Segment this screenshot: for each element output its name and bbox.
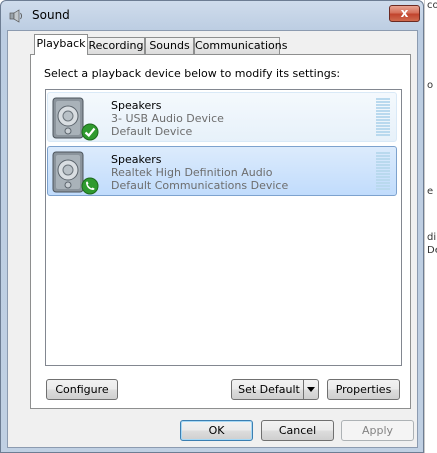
volume-meter: [376, 152, 390, 192]
tab-sounds[interactable]: Sounds: [145, 37, 194, 54]
speaker-icon: [9, 9, 22, 23]
cancel-button[interactable]: Cancel: [261, 420, 334, 441]
instructions-text: Select a playback device below to modify…: [44, 67, 341, 80]
apply-button[interactable]: Apply: [341, 420, 414, 441]
device-description: 3- USB Audio Device: [111, 112, 224, 125]
background-text-fragment: co: [427, 0, 437, 11]
background-text-fragment: e: [427, 186, 434, 197]
device-status: Default Communications Device: [111, 179, 289, 192]
green-checkmark-icon: [81, 123, 99, 141]
configure-button[interactable]: Configure: [46, 379, 118, 400]
ok-button[interactable]: OK: [180, 420, 253, 441]
set-default-button[interactable]: Set Default: [231, 379, 319, 400]
device-item-realtek-speakers[interactable]: Speakers Realtek High Definition Audio D…: [47, 146, 397, 196]
device-description: Realtek High Definition Audio: [111, 166, 273, 179]
chevron-down-icon[interactable]: [303, 380, 318, 399]
background-text-fragment: De: [427, 245, 437, 256]
volume-meter: [376, 98, 390, 138]
tab-communications[interactable]: Communications: [194, 37, 287, 54]
title-bar[interactable]: Sound x: [1, 1, 423, 29]
tab-playback[interactable]: Playback: [34, 34, 88, 55]
background-text-fragment: di: [427, 232, 437, 243]
device-status: Default Device: [111, 125, 193, 138]
device-name: Speakers: [111, 99, 162, 112]
green-phone-icon: [81, 177, 99, 195]
window-title: Sound: [32, 8, 70, 22]
background-text-fragment: o: [427, 80, 434, 91]
close-button[interactable]: x: [389, 5, 420, 22]
background-window-edge: co o e di De: [424, 0, 437, 453]
device-item-usb-speakers[interactable]: Speakers 3- USB Audio Device Default Dev…: [47, 92, 397, 142]
tab-recording[interactable]: Recording: [87, 37, 145, 54]
properties-button[interactable]: Properties: [327, 379, 400, 400]
close-icon: x: [400, 6, 409, 20]
set-default-label: Set Default: [238, 383, 300, 396]
device-name: Speakers: [111, 153, 162, 166]
